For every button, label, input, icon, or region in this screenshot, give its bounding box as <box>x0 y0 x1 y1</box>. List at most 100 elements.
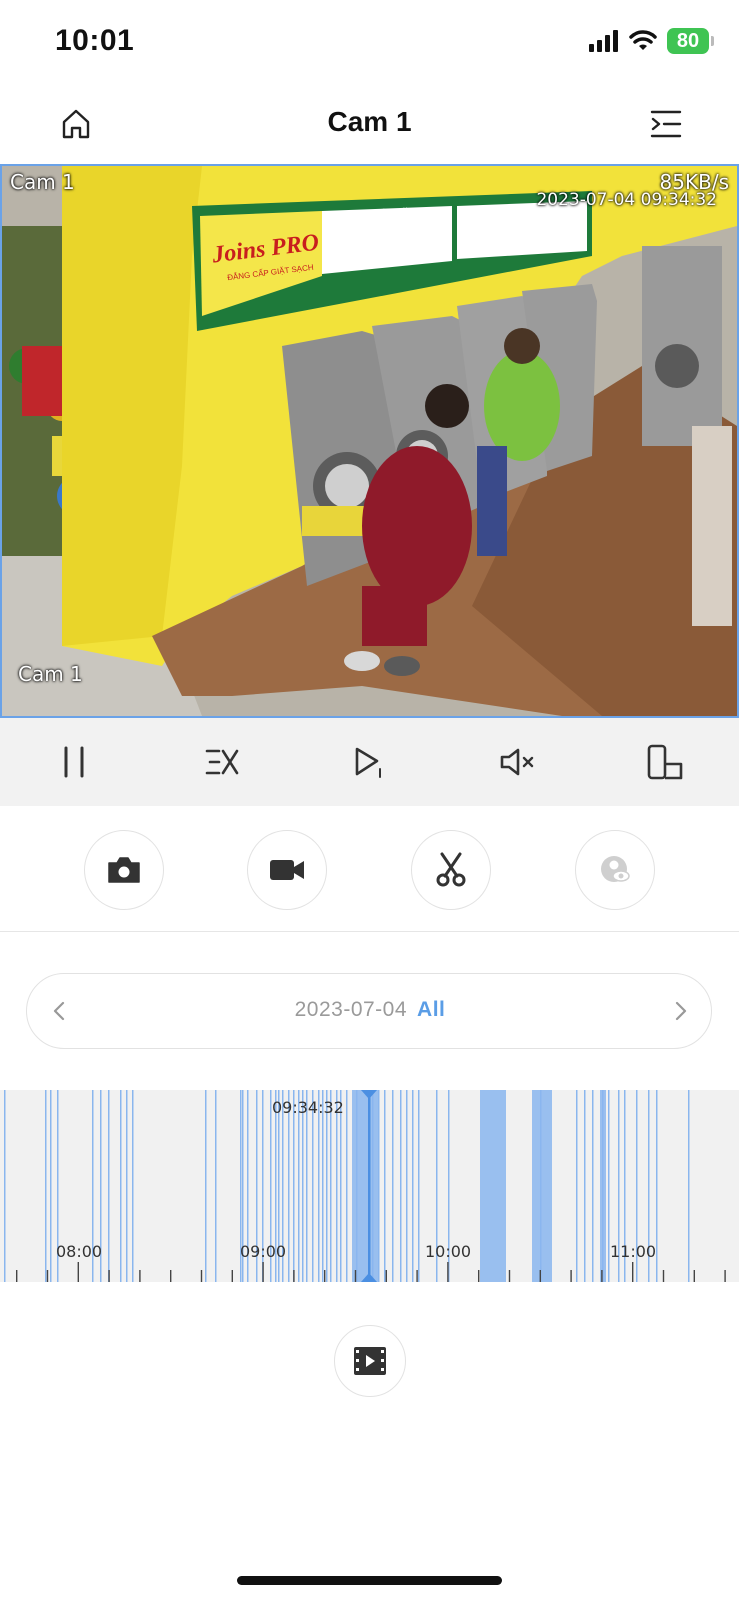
clip-button[interactable] <box>411 830 491 910</box>
date-selector[interactable]: 2023-07-04 All <box>26 973 712 1049</box>
timeline-event-mark <box>406 1090 408 1282</box>
timeline-tick <box>46 1270 49 1282</box>
timeline-tick <box>354 1270 357 1282</box>
camera-feed-image <box>2 166 737 716</box>
timeline-event-mark <box>50 1090 52 1282</box>
date-display[interactable]: 2023-07-04 All <box>27 998 713 1022</box>
timeline-tick <box>16 1270 18 1282</box>
timeline-event-mark <box>656 1090 658 1282</box>
timeline-tick <box>385 1270 387 1282</box>
next-date-button[interactable] <box>667 998 693 1024</box>
page-title: Cam 1 <box>327 106 412 137</box>
timeline-tick <box>539 1270 541 1282</box>
timeline-event-mark <box>384 1090 386 1282</box>
timeline-event-mark <box>293 1090 295 1282</box>
rotate-screen-icon <box>647 744 683 780</box>
status-bar: 10:01 80 <box>0 0 739 88</box>
private-view-icon <box>601 856 630 882</box>
timeline-tick <box>724 1270 726 1282</box>
wifi-icon <box>629 30 657 50</box>
clip-icon <box>436 852 466 887</box>
timeline-tick <box>262 1262 264 1282</box>
timeline-event-mark <box>298 1090 300 1282</box>
timeline-event-mark <box>392 1090 394 1282</box>
action-bar <box>0 806 739 932</box>
play-single-button[interactable] <box>339 732 399 792</box>
timeline-event-mark <box>688 1090 690 1282</box>
timeline-label-0800: 08:00 <box>56 1242 103 1261</box>
timeline-event-mark <box>576 1090 578 1282</box>
timeline-event-mark <box>322 1090 324 1282</box>
menu-button[interactable] <box>646 104 686 144</box>
timeline-tick <box>170 1270 172 1282</box>
timeline-event-block <box>600 1090 606 1282</box>
timeline-tick <box>77 1262 79 1282</box>
timeline-event-block <box>532 1090 552 1282</box>
video-timestamp: 2023-07-04 09:34:32 <box>536 190 717 210</box>
signal-icon <box>589 30 618 52</box>
speed-icon <box>205 749 238 775</box>
timeline-event-mark <box>318 1090 320 1282</box>
snapshot-button[interactable] <box>84 830 164 910</box>
timeline-event-mark <box>215 1090 217 1282</box>
timeline-label-1100: 11:00 <box>610 1242 657 1261</box>
timeline-tick <box>508 1270 511 1282</box>
video-library-button[interactable] <box>334 1325 406 1397</box>
timeline-tick <box>200 1270 203 1282</box>
playback-controls <box>0 718 739 806</box>
rotate-screen-button[interactable] <box>635 732 695 792</box>
timeline-event-mark <box>288 1090 290 1282</box>
timeline-event-mark <box>312 1090 314 1282</box>
nav-bar: Cam 1 <box>0 88 739 164</box>
timeline-event-mark <box>584 1090 586 1282</box>
filter-all[interactable]: All <box>417 998 445 1021</box>
status-time: 10:01 <box>55 24 135 57</box>
timeline-event-mark <box>336 1090 338 1282</box>
timeline-event-mark <box>340 1090 342 1282</box>
timeline-event-mark <box>132 1090 134 1282</box>
mute-button[interactable] <box>487 732 547 792</box>
timeline-cursor <box>368 1090 371 1282</box>
timeline-event-mark <box>400 1090 402 1282</box>
camera-label-top: Cam 1 <box>10 170 75 194</box>
timeline-tick <box>447 1262 449 1282</box>
private-view-button[interactable] <box>575 830 655 910</box>
play-single-icon <box>356 747 382 778</box>
section-divider <box>0 931 739 932</box>
timeline-label-0900: 09:00 <box>240 1242 287 1261</box>
timeline-event-mark <box>302 1090 304 1282</box>
timeline-event-mark <box>120 1090 122 1282</box>
record-icon <box>270 860 304 880</box>
timeline-tick <box>324 1270 326 1282</box>
timeline-tick <box>601 1270 603 1282</box>
date-value: 2023-07-04 <box>294 998 408 1021</box>
timeline-tick <box>632 1262 634 1282</box>
timeline-tick <box>662 1270 665 1282</box>
timeline-label-1000: 10:00 <box>425 1242 472 1261</box>
record-button[interactable] <box>247 830 327 910</box>
camera-label-bottom: Cam 1 <box>18 662 83 686</box>
timeline-tick <box>139 1270 141 1282</box>
timeline-event-mark <box>4 1090 6 1282</box>
pause-icon <box>64 746 84 778</box>
timeline-event-mark <box>326 1090 328 1282</box>
battery-indicator: 80 <box>667 28 714 54</box>
pause-button[interactable] <box>44 732 104 792</box>
chevron-right-icon <box>675 1001 687 1021</box>
timeline-event-mark <box>306 1090 308 1282</box>
timeline-tick <box>693 1270 695 1282</box>
timeline-event-mark <box>378 1090 380 1282</box>
timeline-event-mark <box>346 1090 348 1282</box>
timeline-tick <box>416 1270 418 1282</box>
menu-icon <box>650 110 682 138</box>
timeline-event-mark <box>126 1090 128 1282</box>
timeline-tick <box>570 1270 572 1282</box>
timeline-event-block <box>352 1090 378 1282</box>
timeline-event-mark <box>592 1090 594 1282</box>
timeline-event-mark <box>418 1090 420 1282</box>
video-player[interactable]: Cam 1 85KB/s 2023-07-04 09:34:32 Joins P… <box>0 164 739 718</box>
timeline-cursor-time: 09:34:32 <box>272 1098 344 1117</box>
speed-button[interactable] <box>192 732 252 792</box>
timeline-event-mark <box>330 1090 332 1282</box>
timeline-scrubber[interactable]: 09:34:32 08:00 09:00 10:00 11:00 <box>0 1090 739 1282</box>
